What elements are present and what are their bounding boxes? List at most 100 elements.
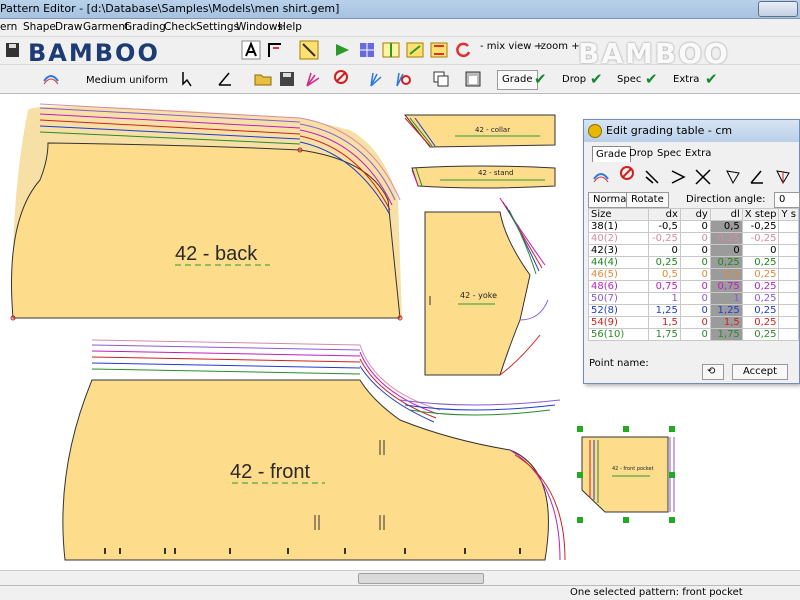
scrollbar-thumb[interactable] [358,573,484,584]
panel-copy-grade-icon[interactable] [772,166,794,188]
xstep-cell[interactable]: 0,25 [741,292,780,305]
seam-tool-icon[interactable] [428,39,450,61]
delete-point-icon[interactable] [330,68,352,90]
arrow-tool-icon[interactable] [332,39,354,61]
dl-cell[interactable]: 0,25 [709,232,743,245]
dx-cell[interactable]: 0,5 [647,268,681,281]
angle-90-icon[interactable] [214,68,236,90]
close-window-button[interactable] [758,1,798,17]
menu-draw[interactable]: Draw [55,21,82,33]
size-cell[interactable]: 40(2) [588,232,649,245]
dx-cell[interactable]: 1,75 [647,328,681,341]
panel-fan-icon[interactable] [722,166,744,188]
pattern-piece-yoke[interactable]: 42 - yoke [424,197,549,376]
ystep-cell[interactable] [778,304,799,317]
panel-delete-point-icon[interactable] [616,164,638,186]
ystep-cell[interactable] [778,316,799,329]
dl-cell[interactable]: 1 [709,292,743,305]
ystep-cell[interactable] [778,292,799,305]
dy-cell[interactable]: 0 [679,292,711,305]
dy-cell[interactable]: 0 [679,280,711,293]
xstep-cell[interactable]: 0 [741,244,780,257]
menu-pattern[interactable]: ern [0,21,17,33]
dy-cell[interactable]: 0 [679,232,711,245]
menu-grading[interactable]: Grading [124,21,166,33]
dl-cell[interactable]: 1,75 [709,328,743,341]
dl-cell[interactable]: 0,5 [709,268,743,281]
panel-tab-extra[interactable]: Extra [682,146,714,162]
xstep-cell[interactable]: 0,25 [741,256,780,269]
rotate-button[interactable]: Rotate [626,192,669,208]
menu-garment[interactable]: Garment [83,21,129,33]
text-tool-icon[interactable] [240,39,262,61]
pattern-piece-collar[interactable]: 42 - collar [403,114,556,148]
corner-tool-icon[interactable] [264,39,286,61]
tab-extra[interactable]: Extra [673,74,699,85]
save-disk-icon[interactable] [276,68,298,90]
dl-cell[interactable]: 0,5 [709,220,743,233]
grading-row[interactable]: 38(1) -0,5 0 0,5 -0,25 [588,220,799,233]
ystep-cell[interactable] [778,280,799,293]
pattern-piece-front-pocket[interactable]: 42 - front pocket [577,426,675,523]
dx-cell[interactable]: 0 [647,244,681,257]
paste-icon[interactable] [462,68,484,90]
ystep-cell[interactable] [778,256,799,269]
menu-check[interactable]: Check [164,21,196,33]
panel-angle-90-icon[interactable] [746,166,768,188]
dl-cell[interactable]: 0,25 [709,256,743,269]
ystep-cell[interactable] [778,244,799,257]
menu-shape[interactable]: Shape [23,21,56,33]
grading-row[interactable]: 54(9) 1,5 0 1,5 0,25 [588,316,799,329]
tab-drop[interactable]: Drop [562,74,586,85]
xstep-cell[interactable]: 0,25 [741,316,780,329]
panel-grade-icon[interactable] [590,166,612,188]
ystep-cell[interactable] [778,220,799,233]
symmetry-tool-icon[interactable] [380,39,402,61]
rotate-tool-icon[interactable] [452,39,474,61]
grading-row[interactable]: 52(8) 1,25 0 1,25 0,25 [588,304,799,317]
grading-row[interactable]: 46(5) 0,5 0 0,5 0,25 [588,268,799,281]
dy-cell[interactable]: 0 [679,328,711,341]
dl-cell[interactable]: 0,75 [709,280,743,293]
horizontal-scrollbar[interactable] [0,570,800,585]
fan-point-icon[interactable] [366,68,388,90]
panel-tab-spec[interactable]: Spec [654,146,684,162]
dy-cell[interactable]: 0 [679,316,711,329]
size-cell[interactable]: 38(1) [588,220,649,233]
dx-cell[interactable]: 1 [647,292,681,305]
panel-title-bar[interactable]: Edit grading table - cm [584,120,799,142]
size-cell[interactable]: 54(9) [588,316,649,329]
pattern-piece-back[interactable]: 42 - back [10,103,403,321]
dx-cell[interactable]: 1,25 [647,304,681,317]
select-cursor-icon[interactable] [178,68,200,90]
fold-tool-icon[interactable] [404,39,426,61]
menu-windows[interactable]: Windows [236,21,283,33]
dx-cell[interactable]: -0,5 [647,220,681,233]
grading-row[interactable]: 48(6) 0,75 0 0,75 0,25 [588,280,799,293]
dl-cell[interactable]: 0 [709,244,743,257]
size-cell[interactable]: 52(8) [588,304,649,317]
grading-row[interactable]: 40(2) -0,25 0 0,25 -0,25 [588,232,799,245]
undo-button[interactable]: ⟲ [702,364,724,380]
tab-grade[interactable]: Grade [497,70,538,90]
fan-grade-icon[interactable] [302,68,324,90]
tab-spec[interactable]: Spec [617,74,641,85]
dl-cell[interactable]: 1,25 [709,304,743,317]
accept-button[interactable]: Accept [732,364,788,380]
size-cell[interactable]: 46(5) [588,268,649,281]
direction-angle-input[interactable]: 0 [774,192,800,208]
grading-row[interactable]: 42(3) 0 0 0 0 [588,244,799,257]
panel-tab-drop[interactable]: Drop [626,146,656,162]
dy-cell[interactable]: 0 [679,244,711,257]
dy-cell[interactable]: 0 [679,256,711,269]
pattern-piece-stand[interactable]: 42 - stand [411,165,556,189]
grade-point-icon[interactable] [40,68,62,90]
copy-icon[interactable] [430,68,452,90]
dx-cell[interactable]: 0,75 [647,280,681,293]
panel-arrow-diag-icon[interactable] [642,166,664,188]
grading-row[interactable]: 44(4) 0,25 0 0,25 0,25 [588,256,799,269]
dy-cell[interactable]: 0 [679,304,711,317]
ystep-cell[interactable] [778,268,799,281]
xstep-cell[interactable]: 0,25 [741,304,780,317]
xstep-cell[interactable]: 0,25 [741,280,780,293]
